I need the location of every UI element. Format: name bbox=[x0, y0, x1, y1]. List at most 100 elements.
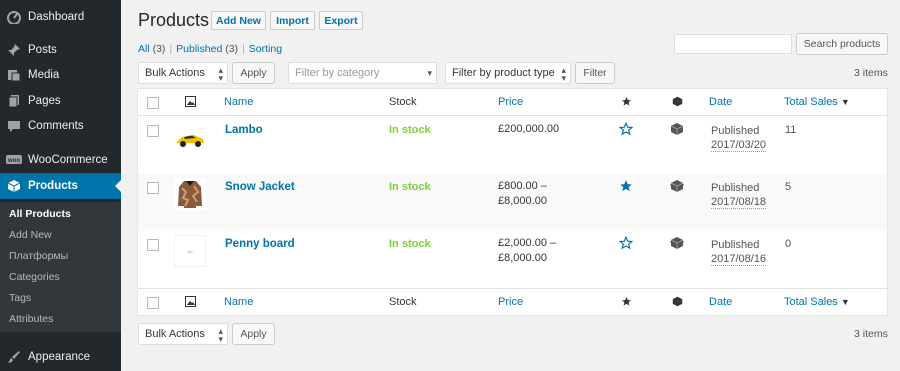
row-checkbox[interactable] bbox=[147, 125, 159, 137]
select-arrows-icon: ▴ ▾ bbox=[218, 65, 223, 83]
menu-label: Products bbox=[28, 180, 78, 192]
menu-woocommerce[interactable]: woo WooCommerce bbox=[0, 147, 121, 173]
woo-icon: woo bbox=[6, 152, 22, 168]
product-price: £200,000.00 bbox=[498, 123, 560, 135]
media-icon bbox=[6, 67, 22, 83]
image-column-icon bbox=[185, 296, 196, 310]
select-all-checkbox[interactable] bbox=[147, 297, 159, 309]
total-sales-value: 11 bbox=[785, 124, 797, 136]
image-column-icon bbox=[185, 96, 196, 110]
select-arrows-icon: ▴ ▾ bbox=[561, 65, 566, 83]
menu-dashboard[interactable]: Dashboard bbox=[0, 4, 121, 30]
product-price: £800.00 – £8,000.00 bbox=[498, 180, 547, 207]
product-name-link[interactable]: Snow Jacket bbox=[225, 181, 295, 193]
submenu-all-products[interactable]: All Products bbox=[9, 208, 71, 220]
featured-column-star-icon[interactable] bbox=[621, 296, 632, 310]
page-title: Products bbox=[138, 10, 210, 30]
brush-icon bbox=[6, 349, 22, 365]
submenu-tags[interactable]: Tags bbox=[9, 292, 31, 304]
select-arrows-icon: ▴ ▾ bbox=[218, 326, 223, 344]
table-row: Penny board In stock £2,000.00 – £8,000.0… bbox=[138, 231, 887, 288]
dashboard-icon bbox=[6, 9, 22, 25]
export-button[interactable]: Export bbox=[319, 11, 363, 30]
items-count-bottom: 3 items bbox=[854, 328, 888, 340]
table-footer-row: Name Stock Price Date Total Sales ▼ bbox=[138, 288, 887, 315]
column-date[interactable]: Date bbox=[709, 296, 732, 308]
product-thumbnail-snow-jacket[interactable] bbox=[174, 178, 206, 210]
column-price[interactable]: Price bbox=[498, 296, 523, 308]
filter-published-link[interactable]: Published (3) bbox=[176, 43, 238, 55]
product-thumbnail-penny-board[interactable] bbox=[174, 235, 206, 267]
apply-button-bottom[interactable]: Apply bbox=[232, 323, 275, 345]
menu-label: Dashboard bbox=[28, 11, 85, 23]
row-checkbox[interactable] bbox=[147, 182, 159, 194]
menu-label: Comments bbox=[28, 120, 84, 132]
product-name-link[interactable]: Lambo bbox=[225, 124, 263, 136]
menu-label: Pages bbox=[28, 95, 61, 107]
menu-appearance[interactable]: Appearance bbox=[0, 344, 121, 370]
submenu-categories[interactable]: Categories bbox=[9, 271, 60, 283]
stock-status: In stock bbox=[389, 238, 431, 250]
menu-pages[interactable]: Pages bbox=[0, 88, 121, 114]
column-name[interactable]: Name bbox=[224, 96, 253, 108]
featured-star-empty-icon[interactable] bbox=[618, 235, 634, 250]
menu-media[interactable]: Media bbox=[0, 62, 121, 88]
product-date: Published 2017/08/18 bbox=[711, 182, 767, 209]
admin-sidebar: Dashboard Posts Media Pages Comments woo… bbox=[0, 0, 121, 371]
sort-desc-icon: ▼ bbox=[840, 297, 850, 307]
search-input[interactable] bbox=[674, 34, 792, 54]
svg-text:woo: woo bbox=[7, 158, 20, 164]
product-date: Published 2017/03/20 bbox=[711, 125, 767, 152]
table-row: Lambo In stock £200,000.00 Published 2017… bbox=[138, 116, 887, 173]
featured-star-empty-icon[interactable] bbox=[618, 121, 634, 136]
featured-star-filled-icon[interactable] bbox=[619, 179, 633, 193]
simple-product-type-icon bbox=[670, 122, 684, 136]
items-count: 3 items bbox=[854, 67, 888, 79]
menu-comments[interactable]: Comments bbox=[0, 113, 121, 139]
submenu-platforms[interactable]: Платформы bbox=[9, 250, 68, 262]
products-submenu: All Products Add New Платформы Categorie… bbox=[0, 202, 121, 332]
sorting-link[interactable]: Sorting bbox=[249, 43, 282, 55]
column-total-sales[interactable]: Total Sales ▼ bbox=[784, 296, 850, 308]
product-thumbnail-lambo[interactable] bbox=[174, 123, 206, 155]
bulk-actions-select[interactable]: Bulk Actions ▴ ▾ bbox=[138, 62, 228, 84]
category-filter-select[interactable]: Filter by category ▾ bbox=[288, 62, 437, 84]
total-sales-value: 5 bbox=[785, 181, 792, 193]
product-price: £2,000.00 – £8,000.00 bbox=[498, 237, 557, 264]
pages-icon bbox=[6, 93, 22, 109]
variable-product-type-icon bbox=[670, 236, 684, 250]
menu-products[interactable]: Products bbox=[0, 173, 121, 199]
product-type-select[interactable]: Filter by product type ▴ ▾ bbox=[445, 62, 571, 84]
type-column-cube-icon bbox=[672, 96, 683, 110]
select-all-checkbox[interactable] bbox=[147, 97, 159, 109]
product-date: Published 2017/08/16 bbox=[711, 239, 767, 266]
column-total-sales[interactable]: Total Sales ▼ bbox=[784, 96, 850, 108]
filter-all-link[interactable]: All (3) bbox=[138, 43, 165, 55]
apply-button[interactable]: Apply bbox=[232, 62, 275, 84]
row-checkbox[interactable] bbox=[147, 239, 159, 251]
bulk-actions-value: Bulk Actions bbox=[145, 328, 205, 340]
variable-product-type-icon bbox=[670, 179, 684, 193]
submenu-add-new[interactable]: Add New bbox=[9, 229, 52, 241]
submenu-attributes[interactable]: Attributes bbox=[9, 313, 53, 325]
table-row: Snow Jacket In stock £800.00 – £8,000.00 … bbox=[138, 174, 887, 231]
menu-label: WooCommerce bbox=[28, 154, 108, 166]
filter-button[interactable]: Filter bbox=[575, 62, 615, 84]
column-date[interactable]: Date bbox=[709, 96, 732, 108]
status-filter-links: All (3) | Published (3) | Sorting bbox=[138, 43, 283, 55]
search-products-button[interactable]: Search products bbox=[796, 33, 888, 55]
table-header-row: Name Stock Price Date Total Sales ▼ bbox=[138, 89, 887, 116]
product-name-link[interactable]: Penny board bbox=[225, 238, 295, 250]
import-button[interactable]: Import bbox=[270, 11, 315, 30]
comment-icon bbox=[6, 118, 22, 134]
pin-icon bbox=[6, 42, 22, 58]
menu-label: Media bbox=[28, 69, 60, 81]
featured-column-star-icon[interactable] bbox=[621, 96, 632, 110]
column-price[interactable]: Price bbox=[498, 96, 523, 108]
bulk-actions-select-bottom[interactable]: Bulk Actions ▴ ▾ bbox=[138, 323, 228, 345]
total-sales-value: 0 bbox=[785, 238, 792, 250]
add-new-button[interactable]: Add New bbox=[211, 11, 266, 30]
menu-posts[interactable]: Posts bbox=[0, 37, 121, 63]
column-name[interactable]: Name bbox=[224, 296, 253, 308]
column-stock: Stock bbox=[389, 96, 417, 108]
